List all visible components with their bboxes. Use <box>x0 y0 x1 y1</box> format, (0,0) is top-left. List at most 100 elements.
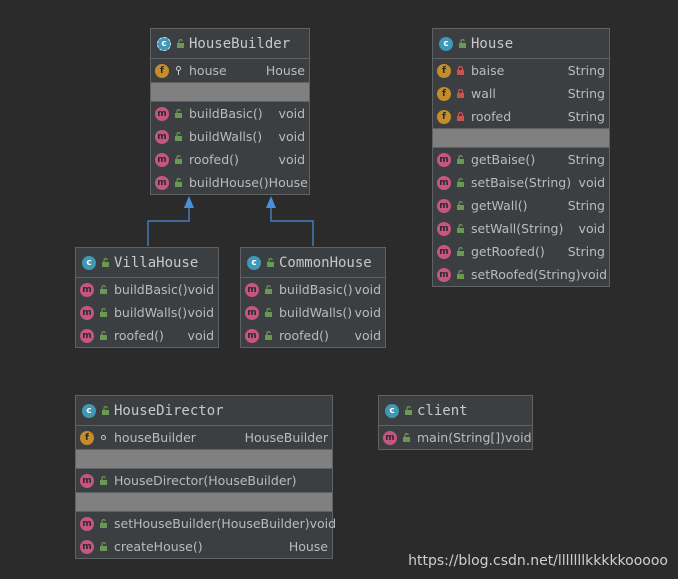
method-icon: m <box>80 305 94 320</box>
method-row[interactable]: m roofed() void <box>76 324 218 347</box>
method-icon: m <box>80 328 94 343</box>
method-row[interactable]: m getRoofed() String <box>433 240 609 263</box>
method-type: void <box>278 106 305 121</box>
method-row[interactable]: m buildBasic() void <box>76 278 218 301</box>
method-row[interactable]: m roofed() void <box>241 324 385 347</box>
method-row[interactable]: m setHouseBuilder(HouseBuilder) void <box>76 512 336 535</box>
field-name: baise <box>471 63 505 78</box>
method-row[interactable]: m buildBasic() void <box>241 278 385 301</box>
unlock-icon <box>173 109 183 119</box>
unlock-icon <box>98 308 108 318</box>
method-name: buildWalls() <box>114 305 188 320</box>
unlock-icon <box>455 155 465 165</box>
class-client[interactable]: c client m main(String[]) void <box>378 395 533 450</box>
field-icon: f <box>437 86 451 101</box>
unlock-icon <box>457 39 467 49</box>
method-name: setHouseBuilder(HouseBuilder) <box>114 516 310 531</box>
constructor-row[interactable]: m HouseDirector(HouseBuilder) <box>76 469 332 492</box>
method-row[interactable]: m buildHouse() House <box>151 171 309 194</box>
method-row[interactable]: m createHouse() House <box>76 535 332 558</box>
method-row[interactable]: m setBaise(String) void <box>433 171 609 194</box>
unlock-icon <box>455 270 465 280</box>
method-row[interactable]: m main(String[]) void <box>379 426 532 449</box>
lock-icon <box>455 66 465 76</box>
method-row[interactable]: m buildWalls() void <box>76 301 218 324</box>
unlock-icon <box>401 433 411 443</box>
unlock-icon <box>265 258 275 268</box>
unlock-icon <box>263 308 273 318</box>
constructor-name: HouseDirector(HouseBuilder) <box>114 473 297 488</box>
method-row[interactable]: m setRoofed(String) void <box>433 263 609 286</box>
method-type: House <box>288 539 328 554</box>
method-type: void <box>354 328 381 343</box>
method-type: void <box>278 129 305 144</box>
method-icon: m <box>437 175 451 190</box>
method-icon: m <box>437 244 451 259</box>
common-to-builder-line <box>270 205 314 246</box>
method-icon: m <box>80 539 94 554</box>
class-header: c HouseBuilder <box>151 29 309 59</box>
class-house[interactable]: c House f baise String f wall String f r… <box>432 28 610 287</box>
method-row[interactable]: m getWall() String <box>433 194 609 217</box>
method-row[interactable]: m setWall(String) void <box>433 217 609 240</box>
method-row[interactable]: m buildWalls() void <box>241 301 385 324</box>
field-row[interactable]: f wall String <box>433 82 609 105</box>
field-row[interactable]: f houseBuilder HouseBuilder <box>76 426 332 449</box>
class-common-house[interactable]: c CommonHouse m buildBasic() void m buil… <box>240 247 386 348</box>
method-type: void <box>578 221 605 236</box>
method-name: buildHouse() <box>189 175 269 190</box>
method-name: buildWalls() <box>189 129 263 144</box>
method-icon: m <box>437 267 451 282</box>
unlock-icon <box>173 155 183 165</box>
method-type: void <box>187 282 215 297</box>
method-name: buildBasic() <box>114 282 188 297</box>
method-icon: m <box>80 516 94 531</box>
method-name: roofed() <box>279 328 329 343</box>
method-row[interactable]: m roofed() void <box>151 148 309 171</box>
unlock-icon <box>173 178 183 188</box>
field-row[interactable]: f baise String <box>433 59 609 82</box>
method-icon: m <box>437 221 451 236</box>
field-icon: f <box>437 63 451 78</box>
method-icon: m <box>155 129 169 144</box>
method-type: void <box>505 430 532 445</box>
unlock-icon <box>98 285 108 295</box>
class-title: HouseDirector <box>114 402 224 419</box>
method-name: createHouse() <box>114 539 203 554</box>
method-row[interactable]: m getBaise() String <box>433 148 609 171</box>
unlock-icon <box>100 258 110 268</box>
unlock-icon <box>455 224 465 234</box>
class-title: HouseBuilder <box>189 35 291 52</box>
method-type: String <box>567 198 605 213</box>
separator <box>76 449 332 469</box>
class-header: c client <box>379 396 532 426</box>
class-house-director[interactable]: c HouseDirector f houseBuilder HouseBuil… <box>75 395 336 559</box>
unlock-icon <box>455 201 465 211</box>
method-name: buildBasic() <box>189 106 263 121</box>
class-villa-house[interactable]: c VillaHouse m buildBasic() void m build… <box>75 247 219 348</box>
method-icon: m <box>80 473 94 488</box>
class-title: VillaHouse <box>114 254 199 271</box>
field-row[interactable]: f roofed String <box>433 105 609 128</box>
class-title: House <box>471 35 514 52</box>
method-icon: m <box>155 175 169 190</box>
field-row[interactable]: f house House <box>151 59 309 82</box>
method-type: void <box>278 152 305 167</box>
field-type: String <box>567 109 605 124</box>
class-header: c CommonHouse <box>241 248 385 278</box>
method-icon: m <box>437 198 451 213</box>
unlock-icon <box>100 406 110 416</box>
method-type: String <box>567 244 605 259</box>
method-row[interactable]: m buildWalls() void <box>151 125 309 148</box>
class-house-builder[interactable]: c HouseBuilder f house House m buildBasi… <box>150 28 310 195</box>
field-type: HouseBuilder <box>244 430 328 445</box>
method-name: getBaise() <box>471 152 536 167</box>
field-type: House <box>265 63 305 78</box>
class-icon: c <box>82 255 96 270</box>
lock-icon <box>455 112 465 122</box>
method-type: String <box>567 152 605 167</box>
method-type: void <box>354 305 381 320</box>
unlock-icon <box>98 331 108 341</box>
field-type: String <box>567 86 605 101</box>
method-row[interactable]: m buildBasic() void <box>151 102 309 125</box>
